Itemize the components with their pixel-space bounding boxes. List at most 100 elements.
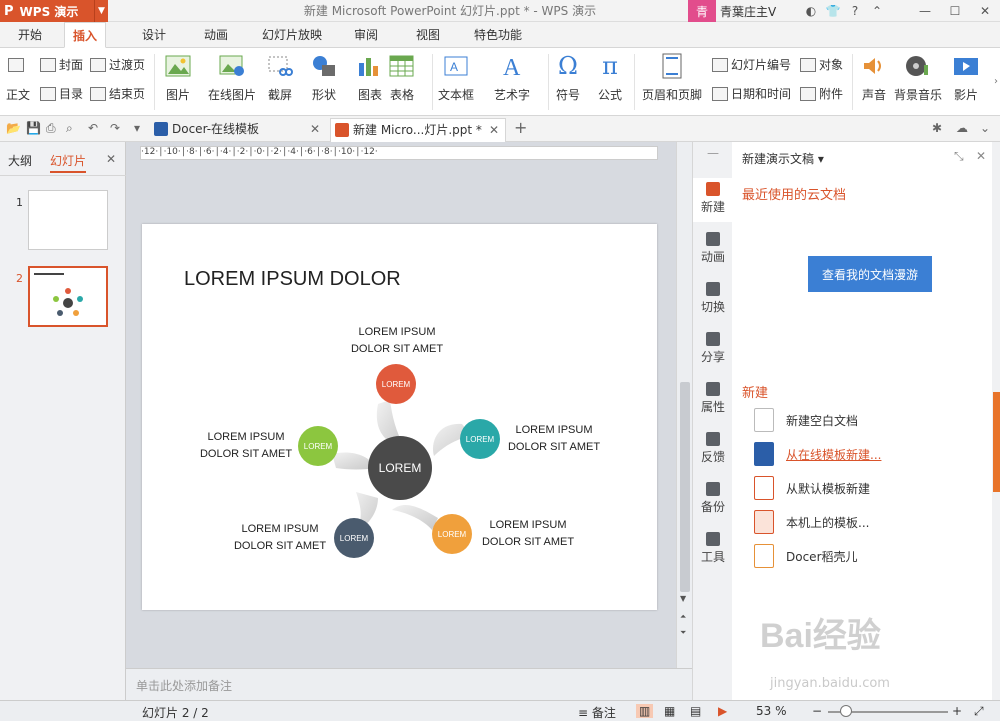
skin-icon[interactable]: ◐ (800, 4, 822, 18)
diagram-node-right[interactable]: LOREM (460, 419, 500, 459)
user-name[interactable]: 青葉庄主V (716, 3, 780, 20)
new-from-online-template-item[interactable]: 从在线模板新建... (754, 442, 881, 466)
diagram-node-left[interactable]: LOREM (298, 426, 338, 466)
zoom-slider-handle[interactable] (840, 705, 852, 717)
tools-icon[interactable]: ✱ (932, 121, 942, 135)
diagram-center-node[interactable]: LOREM (368, 436, 432, 500)
table-button[interactable]: 表格 (388, 52, 416, 103)
cover-button[interactable]: 封面 (40, 56, 83, 73)
new-from-default-template-item[interactable]: 从默认模板新建 (754, 476, 870, 500)
user-account[interactable]: 青 青葉庄主V (688, 0, 780, 22)
tab-features[interactable]: 特色功能 (466, 22, 530, 48)
tab-home[interactable]: 开始 (10, 22, 50, 48)
tab-view[interactable]: 视图 (408, 22, 448, 48)
side-tab-tools[interactable]: 工具 (693, 532, 733, 565)
tab-docer-templates[interactable]: Docer-在线模板 ✕ (150, 118, 326, 142)
scroll-down-icon[interactable]: ▼ (680, 594, 686, 603)
print-preview-icon[interactable]: ⌕ (66, 121, 73, 136)
shape-button[interactable]: 形状 (310, 52, 338, 103)
shirt-icon[interactable]: 👕 (822, 4, 844, 18)
wordart-button[interactable]: A 艺术字 (494, 52, 530, 103)
datetime-button[interactable]: 日期和时间 (712, 85, 791, 102)
transition-page-button[interactable]: 过渡页 (90, 56, 145, 73)
scrollbar-thumb[interactable] (680, 382, 690, 592)
symbol-button[interactable]: Ω 符号 (554, 52, 582, 103)
side-tab-properties[interactable]: 属性 (693, 382, 733, 415)
formula-button[interactable]: π 公式 (596, 52, 624, 103)
end-page-button[interactable]: 结束页 (90, 85, 145, 102)
task-pane-header[interactable]: 新建演示文稿 ▾ (742, 150, 824, 167)
label-right[interactable]: LOREM IPSUM DOLOR SIT AMET (504, 422, 604, 456)
pane-collapse-handle[interactable] (993, 392, 1000, 492)
screenshot-button[interactable]: 截屏 (266, 52, 294, 103)
save-icon[interactable]: 💾 (26, 121, 41, 135)
side-tab-backup[interactable]: 备份 (693, 482, 733, 515)
close-icon[interactable]: ✕ (970, 0, 1000, 22)
tab-outline[interactable]: 大纲 (8, 152, 32, 169)
bg-music-button[interactable]: 背景音乐 (894, 52, 942, 103)
prev-slide-icon[interactable]: ⏶ (680, 612, 686, 622)
reading-view-icon[interactable]: ▤ (690, 704, 701, 718)
qa-dropdown-icon[interactable]: ▾ (134, 121, 140, 135)
tab-slides[interactable]: 幻灯片 (50, 152, 87, 173)
picture-button[interactable]: 图片 (164, 52, 192, 103)
side-tab-feedback[interactable]: 反馈 (693, 432, 733, 465)
zoom-level[interactable]: 53 % (756, 704, 787, 718)
undo-icon[interactable]: ↶ (88, 121, 98, 135)
minimize-icon[interactable]: — (910, 0, 940, 22)
tab-design[interactable]: 设计 (134, 22, 174, 48)
close-panel-icon[interactable]: ✕ (106, 152, 116, 166)
diagram-node-bottom-left[interactable]: LOREM (334, 518, 374, 558)
close-tab-icon[interactable]: ✕ (489, 119, 499, 141)
label-bottom-left[interactable]: LOREM IPSUM DOLOR SIT AMET (230, 521, 330, 555)
new-tab-icon[interactable]: + (514, 118, 527, 137)
view-doc-roaming-button[interactable]: 查看我的文档漫游 (808, 256, 932, 292)
side-tab-share[interactable]: 分享 (693, 332, 733, 365)
header-footer-button[interactable]: 页眉和页脚 (642, 52, 702, 103)
tab-current-ppt[interactable]: 新建 Micro...灯片.ppt * ✕ (330, 118, 506, 142)
tab-review[interactable]: 审阅 (346, 22, 386, 48)
close-icon[interactable]: ✕ (976, 149, 986, 163)
label-top[interactable]: LOREM IPSUM DOLOR SIT AMET (342, 324, 452, 358)
notes-area[interactable]: 单击此处添加备注 (126, 668, 692, 700)
next-slide-icon[interactable]: ⏷ (680, 628, 686, 638)
body-label-button[interactable]: 正文 (6, 86, 30, 103)
open-folder-icon[interactable]: 📂 (6, 121, 21, 135)
body-button[interactable] (8, 58, 27, 72)
vertical-scrollbar[interactable]: ▼ ⏶ ⏷ (676, 142, 692, 668)
cloud-icon[interactable]: ☁ (956, 121, 968, 135)
textbox-button[interactable]: A 文本框 (438, 52, 474, 103)
slide-canvas[interactable]: LOREM IPSUM DOLOR LOREM LOREM LOREM LORE… (142, 224, 657, 610)
print-icon[interactable]: ⎙ (46, 121, 56, 136)
slide-thumbnail-2[interactable] (28, 266, 108, 327)
notes-toggle[interactable]: ≡ 备注 (578, 704, 616, 721)
tab-slideshow[interactable]: 幻灯片放映 (254, 22, 330, 48)
zoom-in-icon[interactable]: + (952, 704, 962, 718)
app-menu-button[interactable]: P WPS 演示 ▼ (0, 0, 108, 22)
tab-insert[interactable]: 插入 (64, 22, 107, 48)
chart-button[interactable]: 图表 (356, 52, 384, 103)
close-tab-icon[interactable]: ✕ (310, 118, 320, 140)
chevron-down-icon[interactable]: ▼ (94, 0, 108, 22)
side-tab-animation[interactable]: 动画 (693, 232, 733, 265)
avatar[interactable]: 青 (688, 0, 716, 22)
sound-button[interactable]: 声音 (860, 52, 888, 103)
attachment-button[interactable]: 附件 (800, 85, 843, 102)
label-bottom-right[interactable]: LOREM IPSUM DOLOR SIT AMET (478, 517, 578, 551)
zoom-out-icon[interactable]: − (812, 704, 822, 718)
slide-number-button[interactable]: 幻灯片编号 (712, 56, 791, 73)
slide-thumbnail-1[interactable] (28, 190, 108, 250)
normal-view-icon[interactable]: ▥ (636, 704, 654, 718)
collapse-ribbon-icon[interactable]: ⌃ (866, 4, 888, 18)
online-picture-button[interactable]: 在线图片 (208, 52, 256, 103)
maximize-icon[interactable]: ☐ (940, 0, 970, 22)
slideshow-icon[interactable]: ▶ (718, 704, 727, 718)
object-button[interactable]: 对象 (800, 56, 843, 73)
new-blank-doc-item[interactable]: 新建空白文档 (754, 408, 858, 432)
label-left[interactable]: LOREM IPSUM DOLOR SIT AMET (196, 429, 296, 463)
expand-icon[interactable]: ⌄ (980, 121, 990, 135)
diagram-node-bottom-right[interactable]: LOREM (432, 514, 472, 554)
diagram-node-top[interactable]: LOREM (376, 364, 416, 404)
undock-icon[interactable]: ⤡ (954, 149, 964, 164)
redo-icon[interactable]: ↷ (110, 121, 120, 135)
